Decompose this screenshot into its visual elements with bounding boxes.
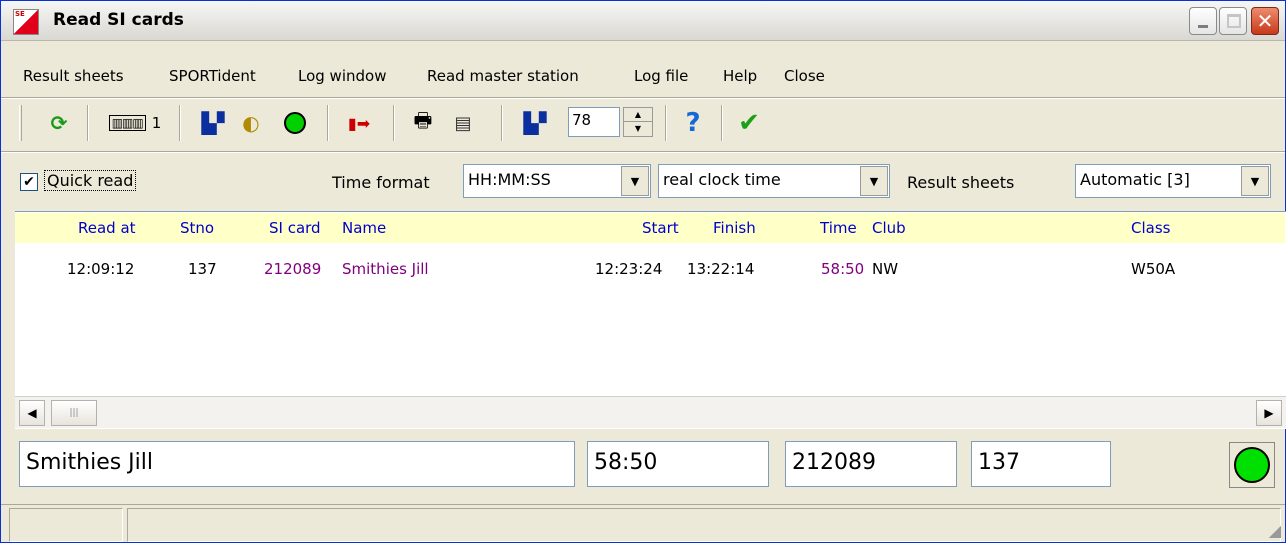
app-icon: SE bbox=[13, 9, 39, 35]
menu-log-window[interactable]: Log window bbox=[298, 67, 386, 85]
column-header-stno[interactable]: Stno bbox=[180, 219, 214, 237]
cell-stno: 137 bbox=[188, 260, 217, 278]
clock-mode-value: real clock time bbox=[663, 170, 781, 189]
time-format-value: HH:MM:SS bbox=[468, 170, 551, 189]
scroll-right-icon[interactable]: ▶ bbox=[1256, 400, 1282, 426]
window-title: Read SI cards bbox=[53, 10, 184, 30]
station-connect-icon[interactable]: ◐ bbox=[233, 106, 269, 140]
checkmark-icon[interactable]: ✔ bbox=[731, 106, 767, 140]
minimize-icon bbox=[1198, 25, 1208, 28]
cell-finish: 13:22:14 bbox=[687, 260, 755, 278]
chevron-down-icon[interactable]: ▼ bbox=[860, 166, 888, 196]
toolbar-separator bbox=[327, 105, 329, 141]
cell-name: Smithies Jill bbox=[342, 260, 429, 278]
cell-start: 12:23:24 bbox=[595, 260, 663, 278]
cell-class: W50A bbox=[1131, 260, 1176, 278]
scrollbar-thumb[interactable]: ||| bbox=[51, 400, 97, 426]
refresh-icon[interactable]: ⟳ bbox=[41, 106, 77, 140]
maximize-button[interactable] bbox=[1219, 7, 1247, 35]
menu-separator bbox=[1, 97, 1285, 99]
online-status-icon[interactable] bbox=[277, 106, 313, 140]
clock-mode-select[interactable]: real clock time ▼ bbox=[658, 164, 890, 198]
station-number-input[interactable]: 78 bbox=[568, 107, 620, 137]
menu-sportident[interactable]: SPORTident bbox=[169, 67, 256, 85]
cell-time: 58:50 bbox=[821, 260, 865, 278]
help-icon[interactable]: ? bbox=[675, 106, 711, 140]
column-header-class[interactable]: Class bbox=[1131, 219, 1170, 237]
cell-read-at: 12:09:12 bbox=[67, 260, 135, 278]
app-window: SE Read SI cards ✕ Result sheets SPORTid… bbox=[0, 0, 1286, 543]
toolbar-separator bbox=[665, 105, 667, 141]
print-icon[interactable]: 🖶 bbox=[405, 106, 441, 140]
toolbar-separator bbox=[501, 105, 503, 141]
close-window-button[interactable]: ✕ bbox=[1251, 7, 1279, 35]
column-header-time[interactable]: Time bbox=[820, 219, 857, 237]
horizontal-scrollbar[interactable]: ◀ ||| ▶ bbox=[15, 396, 1286, 428]
result-sheets-value: Automatic [3] bbox=[1080, 170, 1190, 189]
time-format-select[interactable]: HH:MM:SS ▼ bbox=[463, 164, 651, 198]
menu-read-master-station[interactable]: Read master station bbox=[427, 67, 579, 85]
runner-name-field: Smithies Jill bbox=[19, 441, 575, 487]
station-number-icon: ▐▞ bbox=[515, 111, 547, 135]
title-bar[interactable]: SE Read SI cards ✕ bbox=[1, 1, 1285, 41]
result-sheets-select[interactable]: Automatic [3] ▼ bbox=[1075, 164, 1271, 198]
column-header-club[interactable]: Club bbox=[872, 219, 906, 237]
menu-bar: Result sheets SPORTident Log window Read… bbox=[1, 67, 1285, 95]
column-header-si-card[interactable]: SI card bbox=[269, 219, 321, 237]
time-format-label: Time format bbox=[332, 173, 430, 192]
toolbar-separator bbox=[393, 105, 395, 141]
preview-icon[interactable]: ▤ bbox=[445, 106, 481, 140]
chevron-down-icon[interactable]: ▼ bbox=[1241, 166, 1269, 196]
status-panel bbox=[127, 508, 1281, 542]
close-icon: ✕ bbox=[1256, 9, 1274, 33]
station-number-stepper[interactable]: ▲ ▼ bbox=[623, 107, 653, 137]
quick-read-label[interactable]: Quick read bbox=[44, 170, 137, 191]
status-panel bbox=[9, 508, 123, 542]
cell-si-card: 212089 bbox=[264, 260, 322, 278]
column-header-name[interactable]: Name bbox=[342, 219, 386, 237]
toolbar-separator bbox=[87, 105, 89, 141]
toolbar-grip[interactable] bbox=[19, 105, 22, 141]
run-time-field: 58:50 bbox=[587, 441, 769, 487]
station-settings-icon[interactable]: ▐▞ bbox=[191, 106, 227, 140]
quick-read-checkbox[interactable]: ✔ bbox=[20, 173, 38, 191]
menu-help[interactable]: Help bbox=[723, 67, 757, 85]
maximize-icon bbox=[1227, 14, 1241, 28]
export-icon[interactable]: ▮➡ bbox=[339, 106, 379, 140]
result-sheets-label: Result sheets bbox=[907, 173, 1015, 192]
column-header-start[interactable]: Start bbox=[642, 219, 679, 237]
toolbar-separator bbox=[179, 105, 181, 141]
toolbar: ⟳ ▥▥▥ 1 ▐▞ ◐ ▮➡ 🖶 ▤ ▐▞ 78 ▲ ▼ ? ✔ bbox=[1, 101, 1285, 147]
stepper-up-icon[interactable]: ▲ bbox=[624, 108, 652, 122]
start-number-field: 137 bbox=[971, 441, 1111, 487]
status-bar: ◢ bbox=[1, 504, 1285, 542]
scroll-left-icon[interactable]: ◀ bbox=[19, 400, 45, 426]
toolbar-separator bbox=[721, 105, 723, 141]
reader-select-button[interactable]: ▥▥▥ 1 bbox=[99, 106, 171, 140]
status-light-icon bbox=[1229, 442, 1275, 488]
column-header-finish[interactable]: Finish bbox=[713, 219, 756, 237]
toolbar-bottom-separator bbox=[1, 151, 1285, 153]
chevron-down-icon[interactable]: ▼ bbox=[621, 166, 649, 196]
minimize-button[interactable] bbox=[1189, 7, 1217, 35]
menu-close[interactable]: Close bbox=[784, 67, 825, 85]
list-header: Read at Stno SI card Name Start Finish T… bbox=[15, 213, 1285, 243]
reader-icon: ▥▥▥ bbox=[108, 115, 146, 131]
si-card-field: 212089 bbox=[785, 441, 957, 487]
cell-club: NW bbox=[872, 260, 899, 278]
menu-log-file[interactable]: Log file bbox=[634, 67, 688, 85]
reader-number: 1 bbox=[151, 114, 162, 132]
menu-result-sheets[interactable]: Result sheets bbox=[23, 67, 124, 85]
column-header-read-at[interactable]: Read at bbox=[78, 219, 136, 237]
resize-grip-icon[interactable]: ◢ bbox=[1269, 521, 1281, 540]
stepper-down-icon[interactable]: ▼ bbox=[624, 122, 652, 136]
